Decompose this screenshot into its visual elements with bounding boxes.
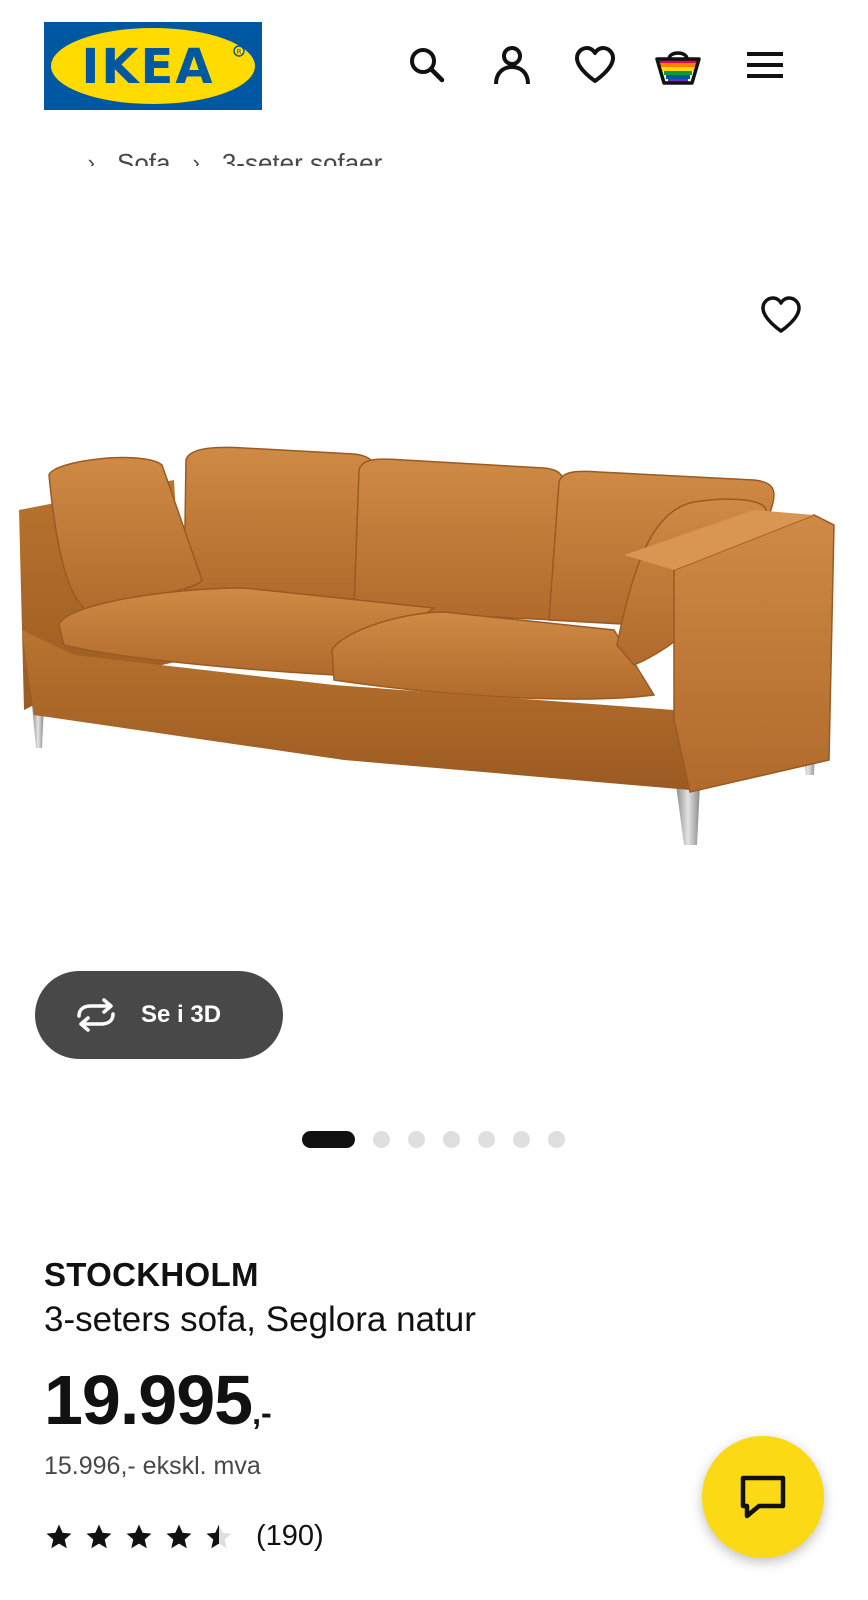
- user-icon: [494, 46, 530, 85]
- chat-icon: [740, 1475, 786, 1519]
- heart-icon: [575, 46, 615, 83]
- chevron-right-icon: ›: [87, 150, 95, 166]
- menu-icon: [747, 52, 783, 78]
- breadcrumb-item-3-seat-sofas[interactable]: 3-seter sofaer: [222, 146, 382, 166]
- menu-button[interactable]: [740, 40, 790, 90]
- star-icon: [166, 1524, 192, 1548]
- star-icon: [126, 1524, 152, 1548]
- star-icon: [46, 1524, 72, 1548]
- logo-text: IKEA: [82, 39, 215, 95]
- account-button[interactable]: [487, 40, 537, 90]
- heart-icon: [761, 296, 801, 333]
- pagination-dot-6[interactable]: [513, 1130, 530, 1148]
- product-rating[interactable]: (190): [44, 1520, 324, 1553]
- pagination-dot-1[interactable]: [302, 1130, 355, 1148]
- pagination-dot-3[interactable]: [408, 1130, 425, 1148]
- price-suffix: ,-: [252, 1395, 272, 1431]
- search-icon: [410, 48, 445, 83]
- review-count: (190): [256, 1520, 324, 1552]
- breadcrumb-item-more[interactable]: ...: [44, 146, 66, 166]
- product-description: 3-seters sofa, Seglora natur: [44, 1300, 476, 1339]
- header: IKEA R: [0, 0, 868, 132]
- pagination-dot-4[interactable]: [443, 1130, 460, 1148]
- chat-button[interactable]: [702, 1436, 824, 1558]
- pagination-dot-2[interactable]: [373, 1130, 390, 1148]
- rating-stars: [44, 1522, 234, 1552]
- breadcrumb: ... › Sofa › 3-seter sofaer: [44, 132, 382, 166]
- cart-icon: [655, 51, 701, 85]
- chevron-right-icon: ›: [192, 150, 200, 166]
- product-image[interactable]: [14, 430, 854, 880]
- rotate-icon: [73, 995, 121, 1035]
- star-half-icon: [206, 1524, 232, 1548]
- star-icon: [86, 1524, 112, 1548]
- view-in-3d-label: Se i 3D: [141, 1001, 222, 1028]
- cart-button[interactable]: [653, 40, 703, 90]
- pagination-dot-7[interactable]: [548, 1130, 565, 1148]
- ikea-logo[interactable]: IKEA R: [44, 22, 262, 110]
- price-value: 19.995: [44, 1361, 253, 1439]
- view-in-3d-button[interactable]: Se i 3D: [35, 971, 283, 1059]
- image-pagination: [302, 1130, 565, 1148]
- product-name: STOCKHOLM: [44, 1256, 259, 1293]
- svg-text:R: R: [237, 48, 242, 56]
- breadcrumb-item-sofa[interactable]: Sofa: [117, 146, 171, 166]
- product-price: 19.995,-: [44, 1360, 272, 1440]
- search-button[interactable]: [402, 40, 452, 90]
- pagination-dot-5[interactable]: [478, 1130, 495, 1148]
- favorites-button[interactable]: [570, 40, 620, 90]
- price-excluding-vat: 15.996,- ekskl. mva: [44, 1452, 261, 1480]
- add-to-favorites-button[interactable]: [756, 290, 806, 340]
